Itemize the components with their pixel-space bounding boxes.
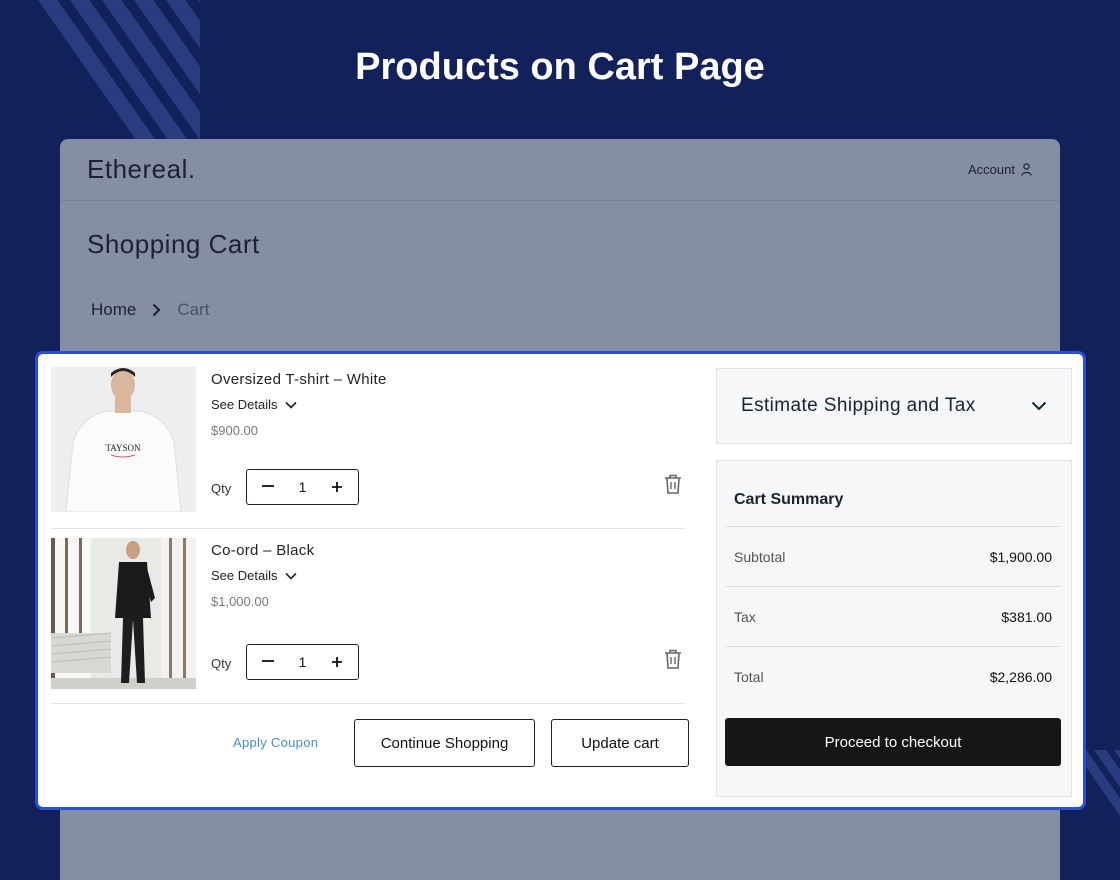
- continue-shopping-button[interactable]: Continue Shopping: [354, 719, 535, 767]
- cart-heading: Shopping Cart: [87, 229, 260, 259]
- summary-title: Cart Summary: [734, 491, 844, 508]
- chevron-right-icon: [153, 303, 161, 317]
- cart-summary: Cart Summary Subtotal $1,900.00 Tax $381…: [716, 460, 1072, 797]
- trash-icon[interactable]: [663, 648, 683, 670]
- chevron-down-icon: [285, 401, 298, 409]
- cart-item: Co-ord – Black See Details $1,000.00 Qty…: [51, 538, 685, 704]
- product-name[interactable]: Oversized T-shirt – White: [211, 371, 387, 388]
- see-details-label: See Details: [211, 397, 278, 412]
- summary-label: Total: [734, 668, 764, 685]
- quantity-value[interactable]: 1: [299, 479, 307, 495]
- product-name[interactable]: Co-ord – Black: [211, 542, 314, 559]
- chevron-down-icon: [1031, 401, 1047, 411]
- summary-label: Subtotal: [734, 548, 786, 565]
- see-details-toggle[interactable]: See Details: [211, 397, 298, 412]
- store-header: Ethereal. Account: [60, 139, 1060, 201]
- summary-label: Tax: [734, 608, 756, 625]
- product-image-coord[interactable]: [51, 538, 196, 689]
- plus-icon[interactable]: [328, 477, 346, 498]
- summary-row-subtotal: Subtotal $1,900.00: [725, 526, 1061, 586]
- account-link[interactable]: Account: [968, 162, 1032, 177]
- trash-icon[interactable]: [663, 473, 683, 495]
- qty-label: Qty: [211, 656, 232, 671]
- quantity-stepper: 1: [246, 644, 359, 680]
- summary-row-tax: Tax $381.00: [725, 586, 1061, 646]
- summary-value: $2,286.00: [989, 668, 1052, 685]
- breadcrumb-cart: Cart: [177, 300, 210, 319]
- summary-row-total: Total $2,286.00: [725, 646, 1061, 706]
- proceed-to-checkout-button[interactable]: Proceed to checkout: [725, 718, 1061, 766]
- brand-logo[interactable]: Ethereal.: [87, 154, 196, 185]
- user-icon: [1021, 163, 1032, 176]
- qty-label: Qty: [211, 481, 232, 496]
- summary-value: $381.00: [1001, 608, 1052, 625]
- apply-coupon-link[interactable]: Apply Coupon: [233, 735, 318, 750]
- see-details-label: See Details: [211, 568, 278, 583]
- summary-value: $1,900.00: [989, 548, 1052, 565]
- tshirt-print-text: TAYSON: [106, 443, 141, 453]
- product-price: $1,000.00: [211, 594, 269, 609]
- see-details-toggle[interactable]: See Details: [211, 568, 298, 583]
- product-image-tshirt[interactable]: TAYSON: [51, 367, 196, 512]
- minus-icon[interactable]: [259, 652, 277, 673]
- plus-icon[interactable]: [328, 652, 346, 673]
- account-label: Account: [968, 162, 1015, 177]
- minus-icon[interactable]: [259, 477, 277, 498]
- update-cart-button[interactable]: Update cart: [551, 719, 689, 767]
- cart-panel: TAYSON Oversized T-shirt – White See Det…: [35, 351, 1086, 810]
- product-price: $900.00: [211, 423, 258, 438]
- shipping-label: Estimate Shipping and Tax: [741, 395, 976, 416]
- breadcrumb-home[interactable]: Home: [91, 300, 136, 320]
- quantity-stepper: 1: [246, 469, 359, 505]
- cart-item: TAYSON Oversized T-shirt – White See Det…: [51, 367, 685, 529]
- quantity-value[interactable]: 1: [299, 654, 307, 670]
- breadcrumb: Home Cart: [91, 300, 1060, 320]
- estimate-shipping-accordion[interactable]: Estimate Shipping and Tax: [716, 368, 1072, 444]
- page-title: Products on Cart Page: [355, 46, 765, 88]
- chevron-down-icon: [285, 572, 298, 580]
